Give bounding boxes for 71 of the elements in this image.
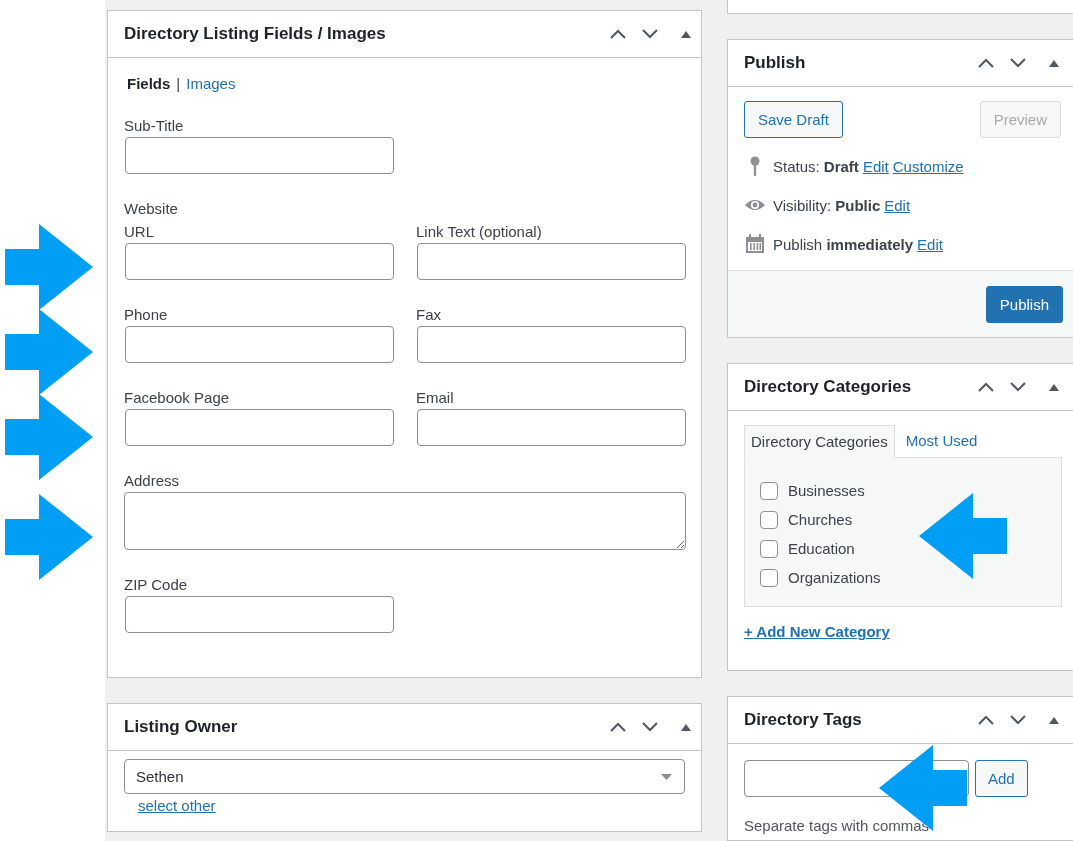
panel-title: Directory Categories	[744, 377, 912, 397]
input-field[interactable]	[417, 243, 686, 280]
panel-title: Listing Owner	[124, 717, 238, 737]
checkbox[interactable]	[760, 568, 778, 587]
publish-button[interactable]: Publish	[985, 285, 1063, 323]
checkbox[interactable]	[760, 510, 778, 529]
dropdown-value: Sethen	[136, 768, 184, 785]
status-text: Visibility: Public	[773, 196, 881, 214]
input-field[interactable]	[125, 326, 394, 363]
pin-icon	[750, 156, 760, 176]
field-label: Sub-Title	[124, 117, 185, 134]
tab[interactable]: Images	[186, 75, 236, 92]
chevron-down-icon[interactable]	[1009, 57, 1027, 69]
add-button[interactable]: Add	[975, 760, 1028, 797]
chevron-up-icon[interactable]	[977, 57, 995, 69]
text-area[interactable]	[124, 492, 686, 550]
collapse-triangle-icon[interactable]	[681, 30, 691, 38]
status-text: Status: Draft	[773, 157, 859, 175]
tab[interactable]: Most Used	[899, 425, 984, 457]
tab-separator: |	[176, 75, 181, 92]
collapse-triangle-icon[interactable]	[1049, 59, 1059, 67]
checkbox-label: Education	[788, 540, 855, 557]
field-label: Address	[124, 472, 181, 489]
field-group-label: Website	[124, 200, 179, 217]
chevron-up-icon[interactable]	[977, 714, 995, 726]
tab[interactable]: Fields	[127, 75, 171, 92]
panel-title: Publish	[744, 53, 806, 73]
chevron-up-icon[interactable]	[977, 381, 995, 393]
checkbox-label: Organizations	[788, 569, 881, 586]
input-field[interactable]	[125, 243, 394, 280]
hint-text: Separate tags with commas	[744, 817, 931, 834]
panel-title: Directory Listing Fields / Images	[124, 24, 386, 44]
calendar-icon	[745, 234, 765, 254]
panel-title: Directory Tags	[744, 710, 862, 730]
chevron-up-icon[interactable]	[609, 28, 627, 40]
checkbox[interactable]	[760, 481, 778, 500]
input-field[interactable]	[125, 596, 394, 633]
input-field[interactable]	[417, 326, 686, 363]
input-field[interactable]	[125, 409, 394, 446]
edit-link[interactable]: Edit	[884, 196, 911, 214]
eye-icon	[744, 198, 766, 212]
field-label: ZIP Code	[124, 576, 189, 593]
chevron-down-icon[interactable]	[641, 28, 659, 40]
input-field[interactable]	[417, 409, 686, 446]
edit-link[interactable]: Edit	[917, 235, 943, 253]
edit-link[interactable]: Edit	[862, 157, 889, 175]
edit-link[interactable]: Customize	[892, 157, 964, 175]
chevron-down-icon[interactable]	[1009, 381, 1027, 393]
field-label: Phone	[124, 306, 169, 323]
field-label: Email	[416, 389, 455, 406]
dropdown-caret-icon	[661, 773, 672, 780]
collapse-triangle-icon[interactable]	[1049, 716, 1059, 724]
checkbox-label: Churches	[788, 511, 853, 528]
checkbox[interactable]	[760, 539, 778, 558]
save-draft-button[interactable]: Save Draft	[744, 101, 843, 138]
link[interactable]: select other	[138, 797, 216, 814]
chevron-up-icon[interactable]	[609, 721, 627, 733]
field-label: Link Text (optional)	[416, 223, 543, 240]
tab[interactable]: Directory Categories	[744, 425, 895, 458]
field-label: Fax	[416, 306, 442, 323]
field-label: Facebook Page	[124, 389, 231, 406]
field-label: URL	[124, 223, 155, 240]
input-field[interactable]	[125, 137, 394, 174]
chevron-down-icon[interactable]	[641, 721, 659, 733]
collapse-triangle-icon[interactable]	[1049, 383, 1059, 391]
chevron-down-icon[interactable]	[1009, 714, 1027, 726]
collapse-triangle-icon[interactable]	[681, 723, 691, 731]
checkbox-label: Businesses	[788, 482, 865, 499]
status-text: Publish immediately	[773, 235, 914, 253]
add-category-link[interactable]: + Add New Category	[744, 623, 890, 640]
dropdown[interactable]: Sethen	[124, 759, 685, 794]
